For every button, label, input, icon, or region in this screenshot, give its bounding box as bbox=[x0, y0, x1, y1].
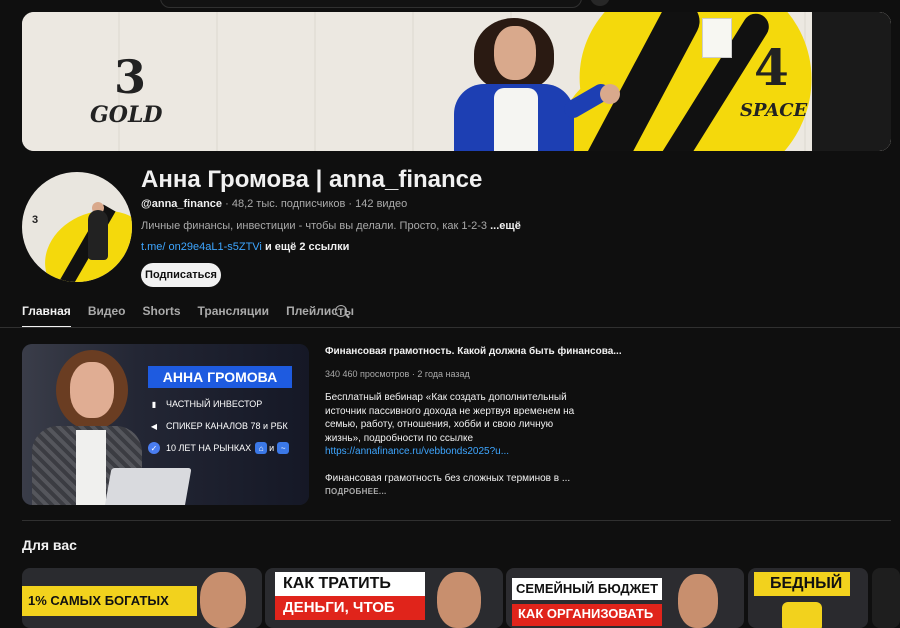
subscribe-button[interactable]: Подписаться bbox=[141, 263, 221, 287]
avatar-text: 3 bbox=[32, 214, 39, 226]
video-count: 142 видео bbox=[355, 198, 408, 210]
card-thumb-text-1: КАК ТРАТИТЬ bbox=[283, 575, 391, 592]
card-person-face bbox=[200, 572, 246, 628]
channel-avatar[interactable]: 3 bbox=[22, 172, 132, 282]
thumb-line-3-tail: и bbox=[269, 443, 275, 453]
card-person-face bbox=[678, 574, 718, 628]
description-body: Бесплатный вебинар «Как создать дополнит… bbox=[325, 392, 575, 444]
banner-left-word: GOLD bbox=[90, 102, 163, 128]
read-more-button[interactable]: ПОДРОБНЕЕ... bbox=[325, 487, 387, 496]
banner-paper-note bbox=[702, 18, 732, 58]
card-thumb-text-2: КАК ОРГАНИЗОВАТЬ bbox=[518, 606, 654, 621]
banner-dark-area bbox=[812, 12, 891, 151]
description-more-link[interactable]: ...ещё bbox=[490, 220, 521, 232]
tab-home[interactable]: Главная bbox=[22, 296, 71, 328]
home-icon: ⌂ bbox=[255, 442, 268, 454]
banner-right-word: SPACE bbox=[740, 100, 808, 121]
channel-description[interactable]: Личные финансы, инвестиции - чтобы вы де… bbox=[141, 220, 521, 232]
meta-separator: · bbox=[411, 369, 415, 379]
thumb-line-3: 10 ЛЕТ НА РЫНКАХ bbox=[166, 443, 252, 453]
featured-video-thumbnail[interactable]: АННА ГРОМОВА ▮ ЧАСТНЫЙ ИНВЕСТОР ◀ СПИКЕР… bbox=[22, 344, 309, 505]
thumb-row-years: ✓ 10 ЛЕТ НА РЫНКАХ ⌂ и ~ bbox=[148, 442, 295, 454]
video-card[interactable]: БЕДНЫЙ bbox=[748, 568, 868, 628]
tabs-divider bbox=[0, 327, 900, 328]
video-card[interactable]: 1% САМЫХ БОГАТЫХ bbox=[22, 568, 262, 628]
featured-video-description: Бесплатный вебинар «Как создать дополнит… bbox=[325, 391, 590, 459]
meta-separator: · bbox=[225, 198, 229, 210]
view-count: 340 460 просмотров bbox=[325, 369, 410, 379]
chart-line-icon: ~ bbox=[277, 442, 290, 454]
search-bar-edge[interactable] bbox=[160, 0, 582, 8]
thumb-name-badge: АННА ГРОМОВА bbox=[148, 366, 292, 388]
thumb-person-shirt bbox=[76, 430, 106, 505]
card-thumb-text-2: ДЕНЬГИ, ЧТОБ bbox=[283, 599, 395, 616]
card-person-face bbox=[437, 572, 481, 628]
card-thumb-text-1: СЕМЕЙНЫЙ БЮДЖЕТ bbox=[516, 581, 659, 596]
video-card[interactable]: СЕМЕЙНЫЙ БЮДЖЕТ КАК ОРГАНИЗОВАТЬ bbox=[506, 568, 744, 628]
channel-link[interactable]: t.me/ on29e4aL1-s5ZTVi bbox=[141, 241, 262, 253]
channel-handle: @anna_finance bbox=[141, 198, 223, 210]
tab-live[interactable]: Трансляции bbox=[198, 296, 270, 326]
banner-left-number: 3 bbox=[114, 50, 147, 104]
verified-icon: ✓ bbox=[148, 442, 160, 454]
description-text: Личные финансы, инвестиции - чтобы вы де… bbox=[141, 220, 491, 232]
description-url[interactable]: https://annafinance.ru/vebbonds2025?u... bbox=[325, 445, 590, 459]
banner-person-hand bbox=[600, 84, 620, 104]
thumb-line-2: СПИКЕР КАНАЛОВ 78 и РБК bbox=[166, 421, 288, 431]
chart-icon: ▮ bbox=[151, 399, 157, 409]
channel-tabs: Главная Видео Shorts Трансляции Плейлист… bbox=[22, 296, 371, 328]
featured-video-meta: 340 460 просмотров · 2 года назад bbox=[325, 369, 470, 379]
card-thumb-text: БЕДНЫЙ bbox=[770, 575, 843, 592]
tab-shorts[interactable]: Shorts bbox=[142, 296, 180, 326]
voice-search-button[interactable] bbox=[590, 0, 610, 6]
video-card[interactable]: КАК ТРАТИТЬ ДЕНЬГИ, ЧТОБ bbox=[265, 568, 503, 628]
tab-videos[interactable]: Видео bbox=[88, 296, 126, 326]
banner-person-face bbox=[494, 26, 536, 80]
thumb-row-speaker: ◀ СПИКЕР КАНАЛОВ 78 и РБК bbox=[148, 420, 288, 432]
section-divider bbox=[22, 520, 891, 521]
section-title-for-you: Для вас bbox=[22, 537, 77, 553]
thumb-row-investor: ▮ ЧАСТНЫЙ ИНВЕСТОР bbox=[148, 398, 262, 410]
thumb-person-face bbox=[70, 362, 114, 418]
thumb-laptop bbox=[104, 468, 192, 505]
thumb-line-1: ЧАСТНЫЙ ИНВЕСТОР bbox=[166, 399, 263, 409]
avatar-figure bbox=[88, 210, 108, 260]
channel-links: t.me/ on29e4aL1-s5ZTVi и ещё 2 ссылки bbox=[141, 241, 349, 253]
banner-right-number: 4 bbox=[754, 38, 789, 97]
megaphone-icon: ◀ bbox=[150, 421, 158, 431]
more-links-button[interactable]: и ещё 2 ссылки bbox=[265, 241, 349, 253]
upload-age: 2 года назад bbox=[417, 369, 470, 379]
channel-banner: 3 GOLD 4 SPACE bbox=[22, 12, 891, 151]
featured-video-title[interactable]: Финансовая грамотность. Какой должна быт… bbox=[325, 346, 622, 357]
video-card-partial[interactable] bbox=[872, 568, 900, 628]
meta-separator: · bbox=[348, 198, 353, 210]
subscriber-count: 48,2 тыс. подписчиков bbox=[231, 198, 346, 210]
channel-title: Анна Громова | anna_finance bbox=[141, 166, 483, 193]
search-icon[interactable] bbox=[335, 305, 347, 317]
card-phone-graphic bbox=[782, 602, 822, 628]
featured-video-description-2: Финансовая грамотность без сложных терми… bbox=[325, 473, 571, 484]
channel-meta: @anna_finance · 48,2 тыс. подписчиков · … bbox=[141, 198, 407, 210]
card-thumb-text: 1% САМЫХ БОГАТЫХ bbox=[28, 593, 169, 608]
banner-person-shirt bbox=[494, 88, 538, 151]
